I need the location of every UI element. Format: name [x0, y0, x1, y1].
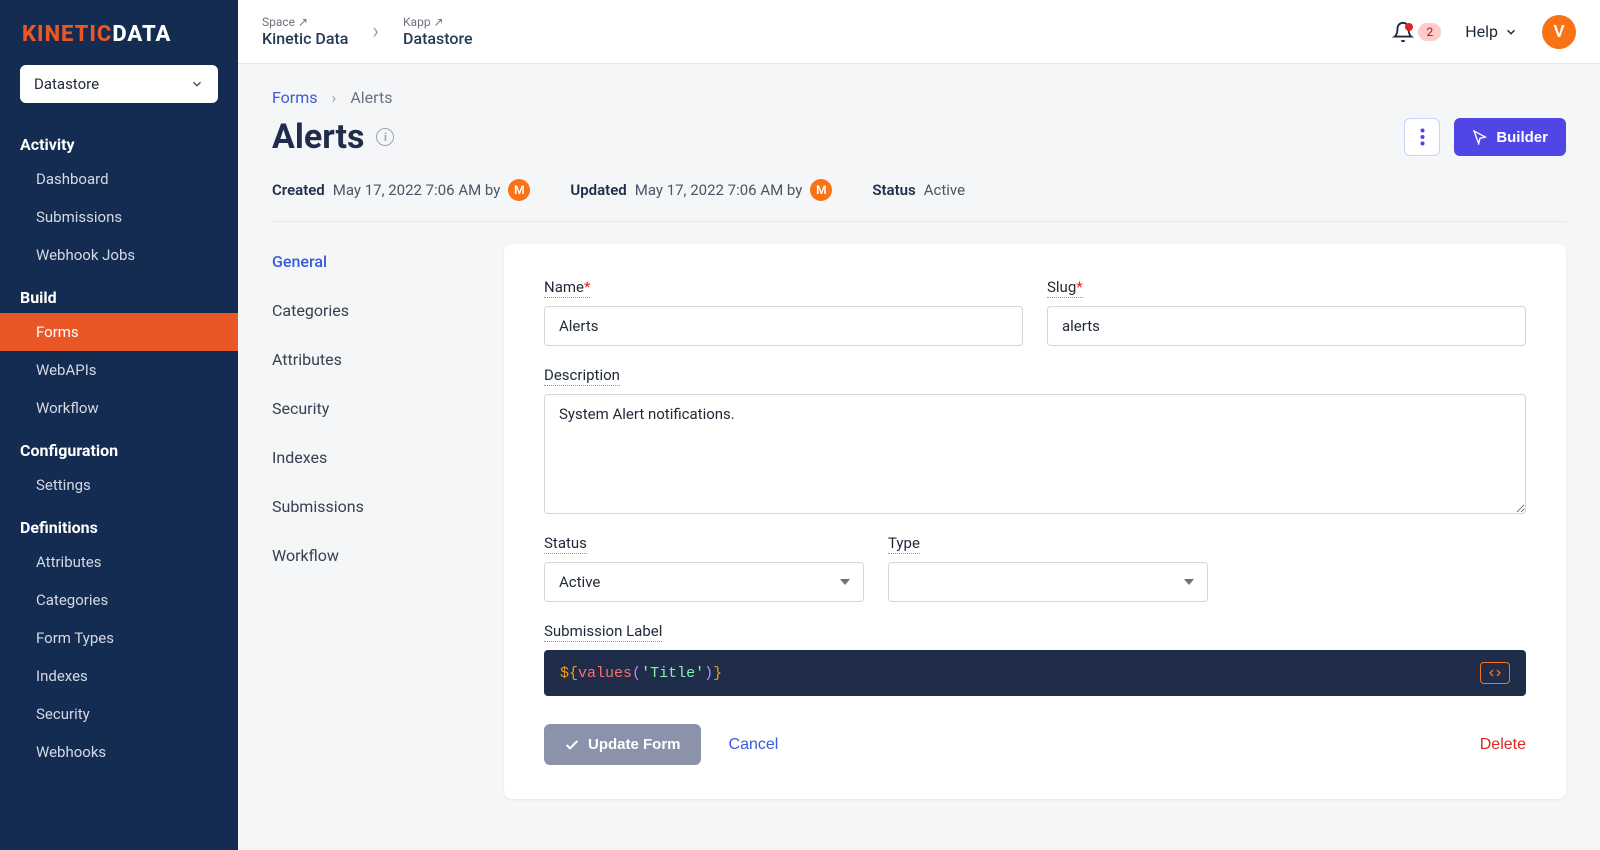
name-label: Name* [544, 278, 590, 298]
type-select[interactable] [888, 562, 1208, 602]
name-input[interactable] [544, 306, 1023, 346]
help-menu[interactable]: Help [1465, 22, 1518, 41]
meta-row: Created May 17, 2022 7:06 AM by M Update… [272, 179, 1566, 222]
slug-label: Slug* [1047, 278, 1083, 298]
sidebar-item-categories[interactable]: Categories [0, 581, 238, 619]
sidebar-item-webapis[interactable]: WebAPIs [0, 351, 238, 389]
notifications-button[interactable]: 2 [1392, 21, 1441, 43]
tab-attributes[interactable]: Attributes [272, 350, 472, 369]
tab-general[interactable]: General [272, 252, 472, 271]
type-label: Type [888, 534, 920, 554]
tab-security[interactable]: Security [272, 399, 472, 418]
sidebar-section-configuration: Configuration Settings [0, 427, 238, 504]
breadcrumb: Forms › Alerts [272, 88, 1566, 107]
chevron-right-icon: › [372, 19, 379, 44]
sidebar-item-dashboard[interactable]: Dashboard [0, 160, 238, 198]
tab-categories[interactable]: Categories [272, 301, 472, 320]
tab-indexes[interactable]: Indexes [272, 448, 472, 467]
sidebar-context-select[interactable]: Datastore [20, 65, 218, 103]
notification-count: 2 [1418, 23, 1441, 41]
info-icon[interactable]: i [376, 128, 394, 146]
submission-label-input[interactable]: ${values('Title')} [544, 650, 1526, 696]
chevron-down-icon [190, 77, 204, 91]
topbar: Space ↗ Kinetic Data › Kapp ↗ Datastore … [238, 0, 1600, 64]
sidebar-section-definitions: Definitions Attributes Categories Form T… [0, 504, 238, 771]
sidebar-item-settings[interactable]: Settings [0, 466, 238, 504]
user-chip[interactable]: M [810, 179, 832, 201]
sidebar-item-workflow[interactable]: Workflow [0, 389, 238, 427]
breadcrumb-current: Alerts [350, 88, 392, 107]
meta-created: Created May 17, 2022 7:06 AM by M [272, 179, 530, 201]
tab-workflow[interactable]: Workflow [272, 546, 472, 565]
sidebar-item-forms[interactable]: Forms [0, 313, 238, 351]
topbar-kapp-crumb[interactable]: Kapp ↗ Datastore [403, 15, 473, 49]
sidebar: KINETICDATA Datastore Activity Dashboard… [0, 0, 238, 850]
sidebar-item-form-types[interactable]: Form Types [0, 619, 238, 657]
sidebar-item-submissions[interactable]: Submissions [0, 198, 238, 236]
sidebar-section-build: Build Forms WebAPIs Workflow [0, 274, 238, 427]
update-form-button[interactable]: Update Form [544, 724, 701, 765]
breadcrumb-forms[interactable]: Forms [272, 88, 318, 107]
user-avatar[interactable]: V [1542, 15, 1576, 49]
chevron-right-icon: › [332, 88, 337, 107]
description-textarea[interactable] [544, 394, 1526, 514]
form-panel: Name* Slug* Description [504, 244, 1566, 799]
code-icon [1487, 667, 1503, 679]
sidebar-section-activity: Activity Dashboard Submissions Webhook J… [0, 121, 238, 274]
sidebar-item-webhook-jobs[interactable]: Webhook Jobs [0, 236, 238, 274]
page-title: Alerts i [272, 117, 394, 157]
delete-button[interactable]: Delete [1480, 736, 1526, 754]
check-icon [564, 737, 580, 753]
description-label: Description [544, 366, 620, 386]
code-toggle-button[interactable] [1480, 662, 1510, 684]
status-label: Status [544, 534, 587, 554]
sidebar-item-attributes[interactable]: Attributes [0, 543, 238, 581]
vertical-dots-icon [1420, 128, 1425, 146]
sidebar-item-security[interactable]: Security [0, 695, 238, 733]
builder-button[interactable]: Builder [1454, 118, 1566, 156]
slug-input[interactable] [1047, 306, 1526, 346]
more-actions-button[interactable] [1404, 118, 1440, 156]
side-tabs: General Categories Attributes Security I… [272, 244, 472, 799]
cancel-button[interactable]: Cancel [729, 736, 779, 754]
sidebar-item-webhooks[interactable]: Webhooks [0, 733, 238, 771]
brand-logo: KINETICDATA [0, 0, 238, 65]
tab-submissions[interactable]: Submissions [272, 497, 472, 516]
status-select[interactable]: Active [544, 562, 864, 602]
submission-label-label: Submission Label [544, 622, 662, 642]
meta-updated: Updated May 17, 2022 7:06 AM by M [570, 179, 832, 201]
cursor-icon [1472, 129, 1488, 145]
user-chip[interactable]: M [508, 179, 530, 201]
meta-status: Status Active [872, 181, 965, 199]
chevron-down-icon [1504, 25, 1518, 39]
topbar-space-crumb[interactable]: Space ↗ Kinetic Data [262, 15, 348, 49]
sidebar-item-indexes[interactable]: Indexes [0, 657, 238, 695]
